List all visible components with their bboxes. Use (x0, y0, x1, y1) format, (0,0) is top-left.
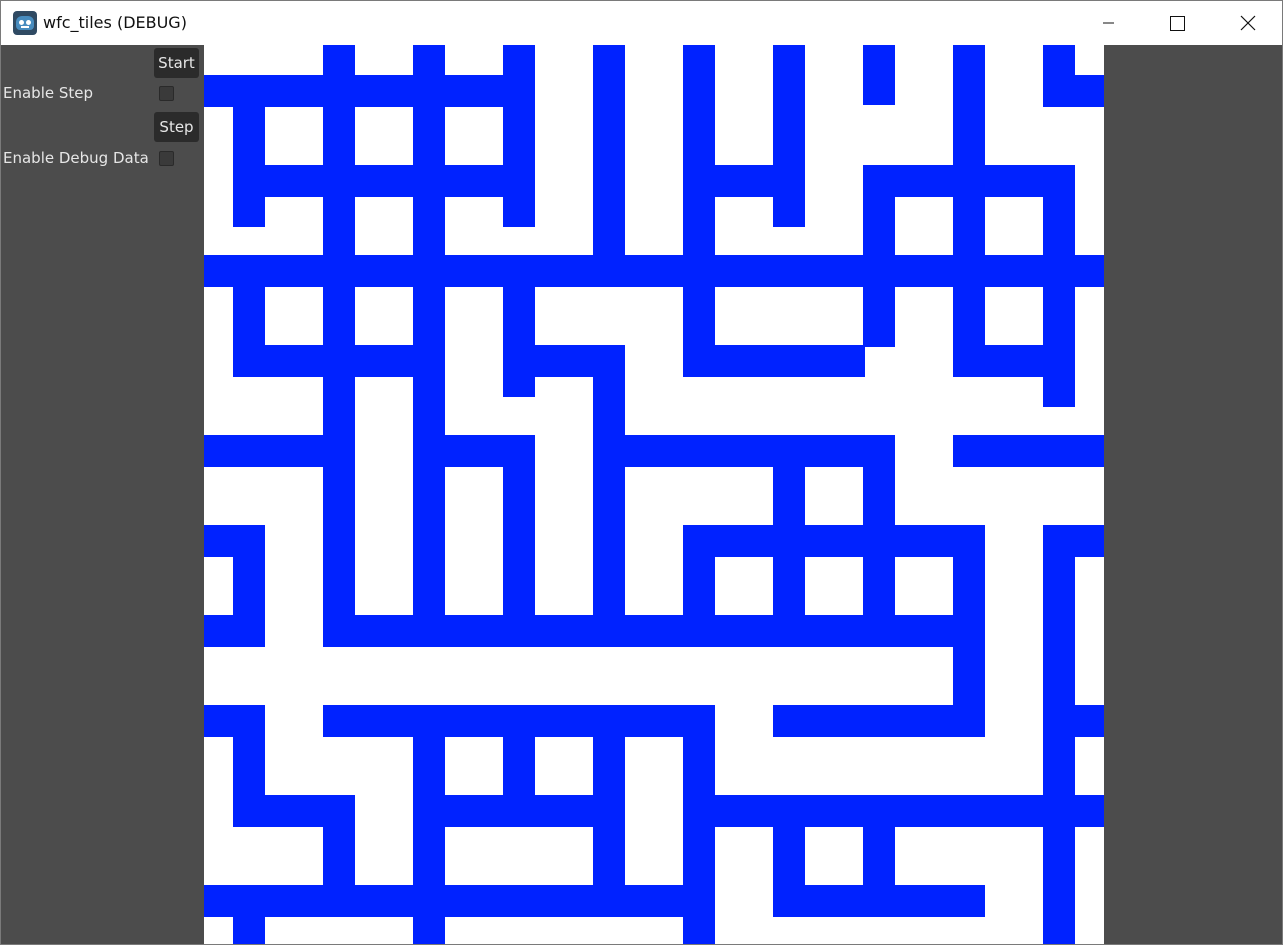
maze-wall-vertical (323, 795, 355, 885)
maze-wall-vertical (503, 705, 535, 827)
maze-wall-vertical (593, 705, 625, 885)
maze-wall-vertical (773, 45, 805, 227)
maze-wall-vertical (773, 795, 805, 915)
minimize-button[interactable] (1073, 1, 1143, 45)
maze-viewport (204, 45, 1104, 944)
maze-wall-vertical (953, 195, 985, 377)
title-bar[interactable]: wfc_tiles (DEBUG) (1, 1, 1282, 45)
maze-wall-horizontal (683, 525, 985, 557)
enable-debug-data-checkbox[interactable] (159, 151, 174, 166)
maze-wall-vertical (683, 525, 715, 615)
maze-wall-vertical (593, 45, 625, 287)
game-window: wfc_tiles (DEBUG) Start Enable Step Step… (0, 0, 1283, 945)
minimize-icon (1103, 22, 1114, 24)
maximize-icon (1170, 16, 1185, 31)
maze-wall-vertical (233, 915, 265, 944)
maze-wall-vertical (233, 525, 265, 647)
maze-wall-vertical (413, 45, 445, 645)
maze-wall-vertical (593, 345, 625, 615)
maximize-button[interactable] (1142, 1, 1212, 45)
enable-step-label: Enable Step (3, 84, 94, 102)
maze-wall-vertical (953, 525, 985, 737)
maze-wall-vertical (683, 285, 715, 377)
close-button[interactable] (1212, 1, 1282, 45)
wfc-maze-canvas (204, 45, 1104, 944)
maze-wall-vertical (1043, 525, 1075, 944)
maze-wall-horizontal (953, 435, 1104, 467)
maze-wall-vertical (323, 45, 355, 615)
maze-wall-horizontal (204, 885, 715, 917)
maze-wall-vertical (503, 525, 535, 615)
maze-wall-vertical (863, 435, 895, 645)
godot-engine-icon (13, 11, 37, 35)
maze-wall-vertical (233, 285, 265, 377)
maze-wall-horizontal (204, 435, 324, 467)
step-button[interactable]: Step (154, 112, 199, 142)
maze-wall-vertical (863, 165, 895, 347)
right-panel (1104, 45, 1282, 944)
enable-debug-data-label: Enable Debug Data (3, 149, 149, 167)
close-icon (1240, 15, 1256, 31)
maze-wall-vertical (413, 705, 445, 944)
maze-wall-vertical (863, 45, 895, 105)
maze-wall-vertical (683, 705, 715, 944)
window-title: wfc_tiles (DEBUG) (43, 13, 187, 32)
maze-wall-vertical (863, 795, 895, 915)
maze-wall-vertical (773, 435, 805, 615)
control-panel: Start Enable Step Step Enable Debug Data (1, 45, 203, 944)
maze-wall-vertical (233, 705, 265, 827)
maze-wall-vertical (503, 45, 535, 227)
maze-wall-vertical (233, 105, 265, 227)
maze-wall-vertical (503, 285, 535, 397)
enable-step-checkbox[interactable] (159, 86, 174, 101)
maze-wall-vertical (1043, 195, 1075, 407)
maze-wall-horizontal (593, 435, 865, 467)
start-button[interactable]: Start (154, 48, 199, 78)
maze-wall-horizontal (204, 75, 535, 107)
maze-wall-vertical (1043, 45, 1075, 105)
